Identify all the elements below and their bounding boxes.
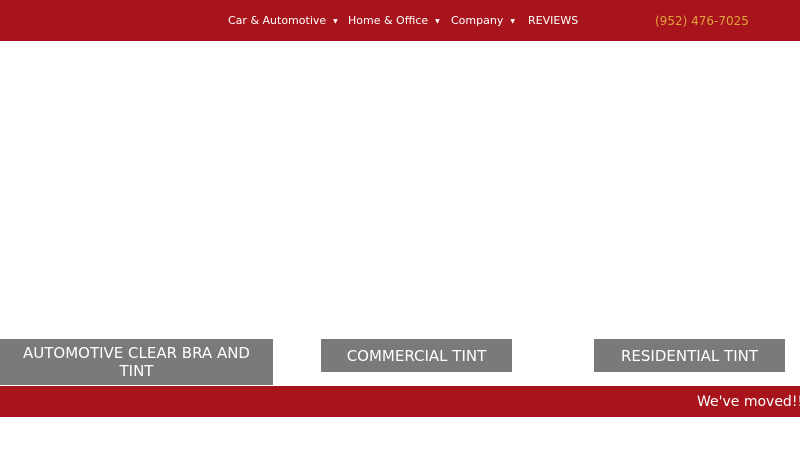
nav-item-label: Home & Office	[348, 14, 429, 27]
nav-item-label: REVIEWS	[528, 14, 579, 27]
top-nav-bar: Car & Automotive ▼ Home & Office ▼ Compa…	[0, 0, 800, 41]
nav-item-label: Company	[451, 14, 504, 27]
service-button-residential-tint[interactable]: RESIDENTIAL TINT	[594, 339, 785, 372]
nav-item-reviews[interactable]: REVIEWS	[528, 0, 578, 41]
caret-down-icon: ▼	[435, 17, 440, 25]
service-button-automotive-clear-bra[interactable]: AUTOMOTIVE CLEAR BRA AND TINT	[0, 339, 273, 385]
announcement-text: We've moved!! C	[697, 393, 800, 410]
phone-number-link[interactable]: (952) 476-7025	[655, 0, 749, 41]
caret-down-icon: ▼	[510, 17, 515, 25]
service-button-commercial-tint[interactable]: COMMERCIAL TINT	[321, 339, 512, 372]
caret-down-icon: ▼	[333, 17, 338, 25]
nav-item-car-automotive[interactable]: Car & Automotive ▼	[228, 0, 338, 41]
nav-item-company[interactable]: Company ▼	[451, 0, 515, 41]
service-button-label: AUTOMOTIVE CLEAR BRA AND TINT	[23, 344, 250, 380]
announcement-banner: We've moved!! C	[0, 386, 800, 417]
service-button-label: COMMERCIAL TINT	[346, 346, 487, 365]
nav-item-label: Car & Automotive	[228, 14, 327, 27]
nav-item-home-office[interactable]: Home & Office ▼	[348, 0, 440, 41]
service-button-label: RESIDENTIAL TINT	[620, 346, 759, 365]
